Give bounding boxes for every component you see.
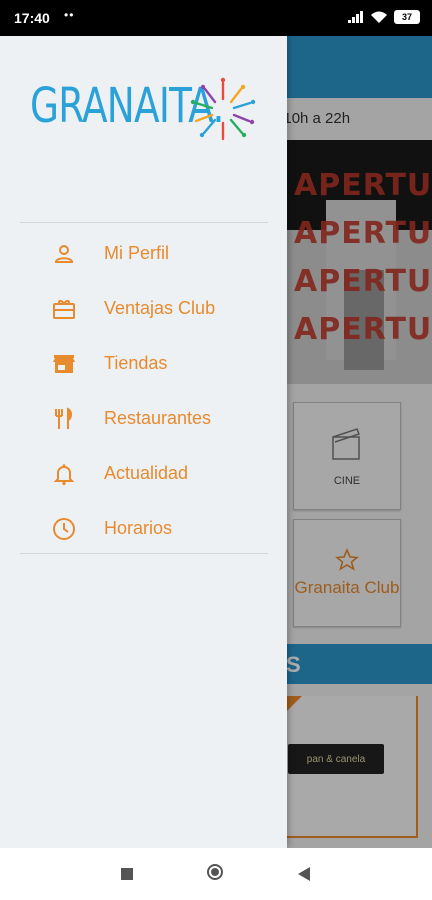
person-icon [54, 245, 74, 263]
menu-item-ventajas-club[interactable]: Ventajas Club [0, 281, 287, 336]
back-button[interactable] [298, 867, 310, 881]
menu-item-horarios[interactable]: Horarios [0, 501, 287, 556]
menu-item-actualidad[interactable]: Actualidad [0, 446, 287, 501]
navigation-drawer: GRANAITA. Mi Perfil Ventajas Club Tienda… [0, 36, 287, 848]
status-time: 17:40 [14, 10, 50, 26]
menu-item-tiendas[interactable]: Tiendas [0, 336, 287, 391]
status-icons: 37 [348, 10, 420, 24]
restaurant-icon [55, 407, 72, 429]
menu-item-restaurantes[interactable]: Restaurantes [0, 391, 287, 446]
bell-icon [53, 464, 75, 486]
system-navigation-bar [0, 848, 432, 900]
home-button[interactable] [207, 864, 223, 880]
wifi-icon [371, 11, 387, 23]
signal-icon [348, 11, 363, 23]
notification-dots: •• [64, 8, 75, 22]
menu-label-restaurantes: Restaurantes [104, 408, 212, 428]
menu-label-actualidad: Actualidad [104, 463, 189, 483]
status-bar: 17:40 •• 37 [0, 0, 432, 36]
sunburst-logo-icon [190, 77, 256, 141]
drawer-divider-top [20, 222, 268, 223]
menu-label-horarios: Horarios [104, 518, 173, 538]
gift-card-icon [53, 300, 75, 319]
menu-label-mi-perfil: Mi Perfil [104, 243, 170, 263]
menu-label-ventajas-club: Ventajas Club [104, 298, 216, 318]
granaita-logo: GRANAITA. [28, 72, 260, 152]
menu-label-tiendas: Tiendas [104, 353, 168, 373]
clock-icon [53, 518, 75, 540]
drawer-divider-bottom [20, 553, 268, 554]
store-icon [53, 355, 75, 373]
recents-button[interactable] [121, 868, 133, 880]
menu-item-mi-perfil[interactable]: Mi Perfil [0, 226, 287, 281]
battery-icon: 37 [394, 10, 420, 24]
drawer-menu: Mi Perfil Ventajas Club Tiendas Restaura… [0, 226, 287, 556]
